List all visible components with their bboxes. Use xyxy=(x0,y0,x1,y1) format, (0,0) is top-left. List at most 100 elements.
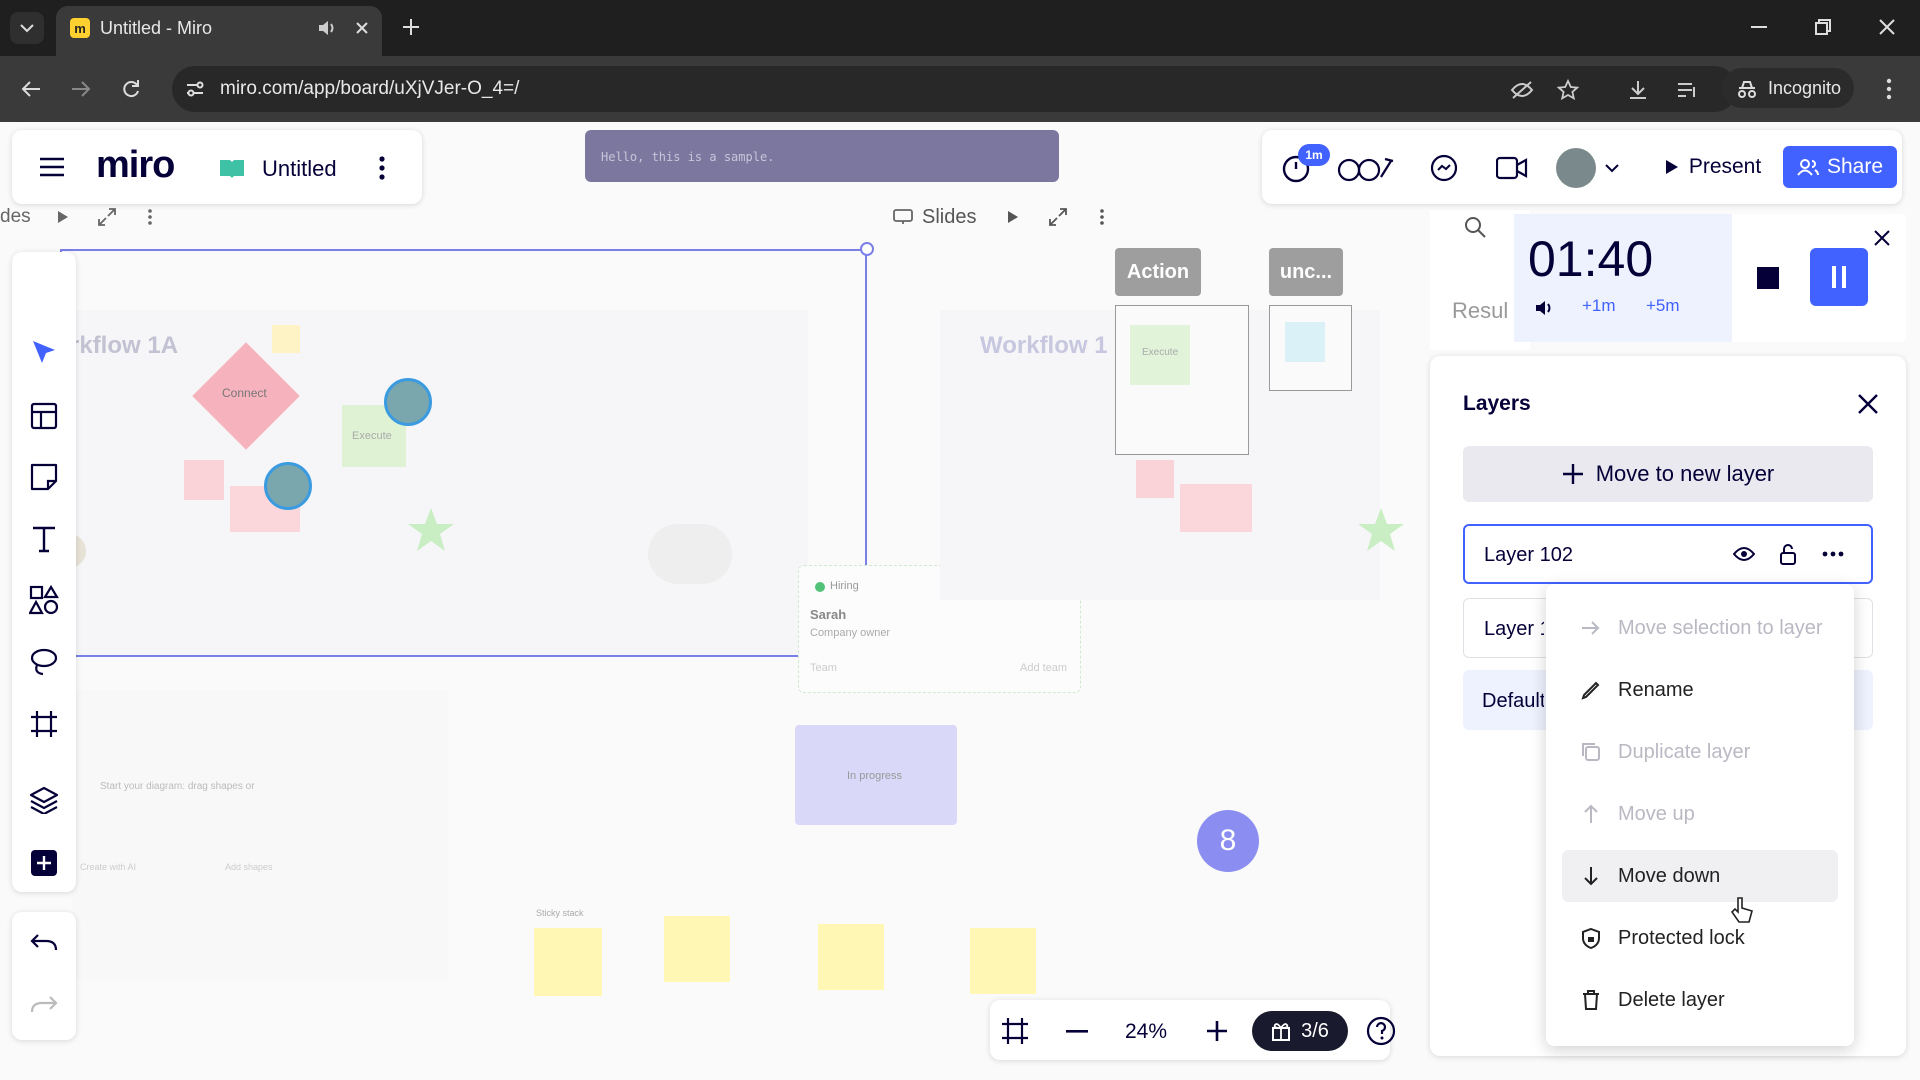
close-tab-icon[interactable] xyxy=(350,16,374,40)
menu-item-duplicate-layer[interactable]: Duplicate layer xyxy=(1562,726,1838,778)
chevron-down-icon[interactable] xyxy=(1602,158,1622,178)
new-tab-icon[interactable] xyxy=(398,14,424,40)
sticky-note[interactable] xyxy=(970,928,1036,994)
diagram-frame[interactable] xyxy=(72,690,448,980)
minimize-icon[interactable] xyxy=(1746,14,1772,40)
blue-shape xyxy=(1285,322,1325,362)
back-icon[interactable] xyxy=(16,74,46,104)
menu-item-label: Duplicate layer xyxy=(1618,740,1751,763)
menu-item-delete-layer[interactable]: Delete layer xyxy=(1562,974,1838,1026)
menu-item-move-selection-to-layer[interactable]: Move selection to layer xyxy=(1562,602,1838,654)
more-icon[interactable] xyxy=(1092,204,1112,230)
reactions-icon[interactable] xyxy=(1336,148,1398,188)
unc-tag[interactable]: unc... xyxy=(1269,248,1343,296)
resize-handle[interactable] xyxy=(860,242,874,256)
sticky-note[interactable] xyxy=(534,928,602,996)
menu-item-rename[interactable]: Rename xyxy=(1562,664,1838,716)
shapes-icon[interactable] xyxy=(22,578,66,622)
url-text: miro.com/app/board/uXjVJer-O_4=/ xyxy=(220,78,520,99)
menu-item-label: Protected lock xyxy=(1618,926,1745,949)
count-marker[interactable]: 8 xyxy=(1197,810,1259,872)
menu-item-move-down[interactable]: Move down xyxy=(1562,850,1838,902)
board-more-icon[interactable] xyxy=(372,154,392,182)
templates-icon[interactable] xyxy=(22,394,66,438)
layers-icon[interactable] xyxy=(22,778,66,822)
action-tag[interactable]: Action xyxy=(1115,248,1201,296)
board-name[interactable]: Untitled xyxy=(262,156,337,182)
star-icon[interactable] xyxy=(1554,76,1582,104)
chat-icon[interactable] xyxy=(1426,150,1462,186)
move-to-new-layer-button[interactable]: Move to new layer xyxy=(1463,446,1873,502)
present-button[interactable]: Present xyxy=(1646,146,1780,188)
sticky-note[interactable] xyxy=(664,916,730,982)
hiring-label: Hiring xyxy=(830,580,859,592)
incognito-label: Incognito xyxy=(1768,78,1842,98)
add-1m-button[interactable]: +1m xyxy=(1582,296,1616,316)
expand-icon[interactable] xyxy=(1045,204,1071,230)
play-icon[interactable] xyxy=(1000,204,1026,230)
miro-favicon-icon: m xyxy=(70,18,90,38)
forward-icon[interactable] xyxy=(66,74,96,104)
site-settings-icon[interactable] xyxy=(182,76,208,102)
add-5m-button[interactable]: +5m xyxy=(1646,296,1680,316)
text-tool-icon[interactable] xyxy=(22,517,66,561)
eye-icon[interactable] xyxy=(1730,540,1758,568)
reload-icon[interactable] xyxy=(116,74,146,104)
sticky-note[interactable] xyxy=(818,924,884,990)
pages-counter-button[interactable]: 3/6 xyxy=(1252,1011,1348,1051)
mouse-hand-cursor-icon xyxy=(1730,897,1753,923)
add-more-icon[interactable] xyxy=(22,841,66,885)
move-to-new-layer-label: Move to new layer xyxy=(1595,461,1775,486)
speaker-icon[interactable] xyxy=(315,16,339,40)
sticky-note-icon[interactable] xyxy=(22,455,66,499)
video-call-icon[interactable] xyxy=(1494,150,1530,186)
layer-name: Layer 102 xyxy=(1484,544,1573,566)
search-icon[interactable] xyxy=(1460,212,1490,242)
incognito-icon xyxy=(1734,76,1760,102)
add-shapes-text: Add shapes xyxy=(225,862,273,872)
redo-icon[interactable] xyxy=(22,984,66,1028)
layer-more-icon[interactable] xyxy=(1818,540,1848,568)
lock-icon[interactable] xyxy=(1774,540,1802,568)
menu-item-move-up[interactable]: Move up xyxy=(1562,788,1838,840)
sample-text-banner[interactable]: Hello, this is a sample. xyxy=(585,130,1059,182)
frame-title-workflow-1b: Workflow 1 xyxy=(980,332,1108,359)
share-button[interactable]: Share xyxy=(1783,146,1897,188)
card-role: Company owner xyxy=(810,627,891,639)
selection-box[interactable] xyxy=(60,249,867,657)
download-icon[interactable] xyxy=(1624,76,1652,104)
pink-shape-right xyxy=(1180,484,1252,532)
lasso-pen-icon[interactable] xyxy=(22,640,66,684)
expand-icon[interactable] xyxy=(94,204,120,230)
restore-icon[interactable] xyxy=(1810,14,1836,40)
close-window-icon[interactable] xyxy=(1874,14,1900,40)
browser-menu-icon[interactable] xyxy=(1876,76,1902,102)
stop-button[interactable] xyxy=(1748,258,1788,298)
close-timer-icon[interactable] xyxy=(1870,226,1894,250)
select-cursor-icon[interactable] xyxy=(22,331,66,375)
stop-icon xyxy=(1757,267,1779,289)
more-icon[interactable] xyxy=(140,204,160,230)
media-controls-icon[interactable] xyxy=(1674,76,1702,104)
menu-item-protected-lock[interactable]: Protected lock xyxy=(1562,912,1838,964)
play-icon[interactable] xyxy=(50,204,76,230)
hamburger-menu-icon[interactable] xyxy=(36,152,68,182)
zoom-in-icon[interactable] xyxy=(1200,1014,1234,1048)
eye-off-icon[interactable] xyxy=(1508,76,1536,104)
plus-icon xyxy=(1562,464,1583,484)
zoom-out-icon[interactable] xyxy=(1060,1014,1094,1048)
miro-logo[interactable]: miro xyxy=(96,144,175,187)
help-icon[interactable] xyxy=(1364,1014,1398,1048)
layers-panel-title: Layers xyxy=(1463,392,1531,415)
volume-icon[interactable] xyxy=(1532,296,1556,320)
frame-tool-icon[interactable] xyxy=(22,702,66,746)
menu-item-label: Move selection to layer xyxy=(1618,616,1823,639)
tab-list-button[interactable] xyxy=(10,12,44,44)
undo-icon[interactable] xyxy=(22,922,66,966)
zoom-level[interactable]: 24% xyxy=(1125,1020,1167,1044)
fit-to-screen-icon[interactable] xyxy=(998,1014,1032,1048)
close-layers-icon[interactable] xyxy=(1852,388,1884,420)
pause-button[interactable] xyxy=(1810,248,1868,306)
user-avatar[interactable] xyxy=(1556,148,1596,188)
slides-label[interactable]: Slides xyxy=(922,206,976,229)
